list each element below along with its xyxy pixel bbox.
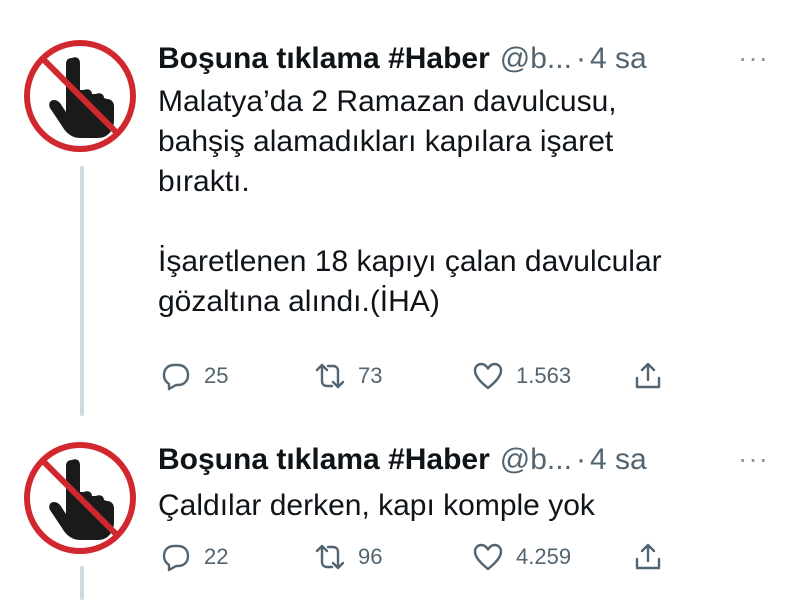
thread-line-2 <box>80 566 84 600</box>
heart-icon <box>473 543 503 571</box>
thread-line-1 <box>80 166 84 416</box>
tweet-time[interactable]: 4 sa <box>590 42 647 75</box>
tweet-header: Boşuna tıklama #Haber @b... · 4 sa <box>158 442 647 478</box>
reply-count: 22 <box>204 544 229 569</box>
reply-icon <box>162 363 190 391</box>
like-button[interactable]: 1.563 <box>472 356 571 396</box>
author-handle[interactable]: @b... <box>500 42 572 75</box>
reply-count: 25 <box>204 363 229 388</box>
heart-icon <box>473 362 503 390</box>
share-button[interactable] <box>632 537 664 577</box>
no-hand-pointer-icon <box>24 40 136 152</box>
retweet-button[interactable]: 96 <box>314 537 382 577</box>
share-button[interactable] <box>632 356 664 396</box>
like-count: 1.563 <box>516 363 572 388</box>
tweet-text: Çaldılar derken, kapı komple yok <box>158 489 595 522</box>
author-name[interactable]: Boşuna tıklama #Haber <box>158 443 490 476</box>
separator-dot: · <box>575 443 586 476</box>
author-handle[interactable]: @b... <box>500 443 572 476</box>
retweet-count: 96 <box>358 544 383 569</box>
retweet-count: 73 <box>358 363 383 388</box>
avatar[interactable] <box>22 440 138 556</box>
like-button[interactable]: 4.259 <box>472 537 571 577</box>
tweet-text: Malatya’da 2 Ramazan davulcusu, bahşiş a… <box>158 85 662 318</box>
retweet-icon <box>315 363 345 389</box>
no-hand-pointer-icon <box>24 442 136 554</box>
reply-button[interactable]: 22 <box>160 537 228 577</box>
retweet-icon <box>315 544 345 570</box>
more-icon[interactable]: ··· <box>738 44 774 72</box>
author-name[interactable]: Boşuna tıklama #Haber <box>158 42 490 75</box>
avatar[interactable] <box>22 38 138 154</box>
reply-button[interactable]: 25 <box>160 356 228 396</box>
retweet-button[interactable]: 73 <box>314 356 382 396</box>
more-icon[interactable]: ··· <box>738 445 774 473</box>
like-count: 4.259 <box>516 544 572 569</box>
tweet-header: Boşuna tıklama #Haber @b... · 4 sa <box>158 41 647 77</box>
tweet-actions: 22 96 4.259 <box>158 537 678 577</box>
reply-icon <box>162 544 190 572</box>
tweet-time[interactable]: 4 sa <box>590 443 647 476</box>
share-icon <box>635 362 661 389</box>
tweet-actions: 25 73 1.563 <box>158 356 678 396</box>
separator-dot: · <box>575 42 586 75</box>
share-icon <box>635 543 661 570</box>
